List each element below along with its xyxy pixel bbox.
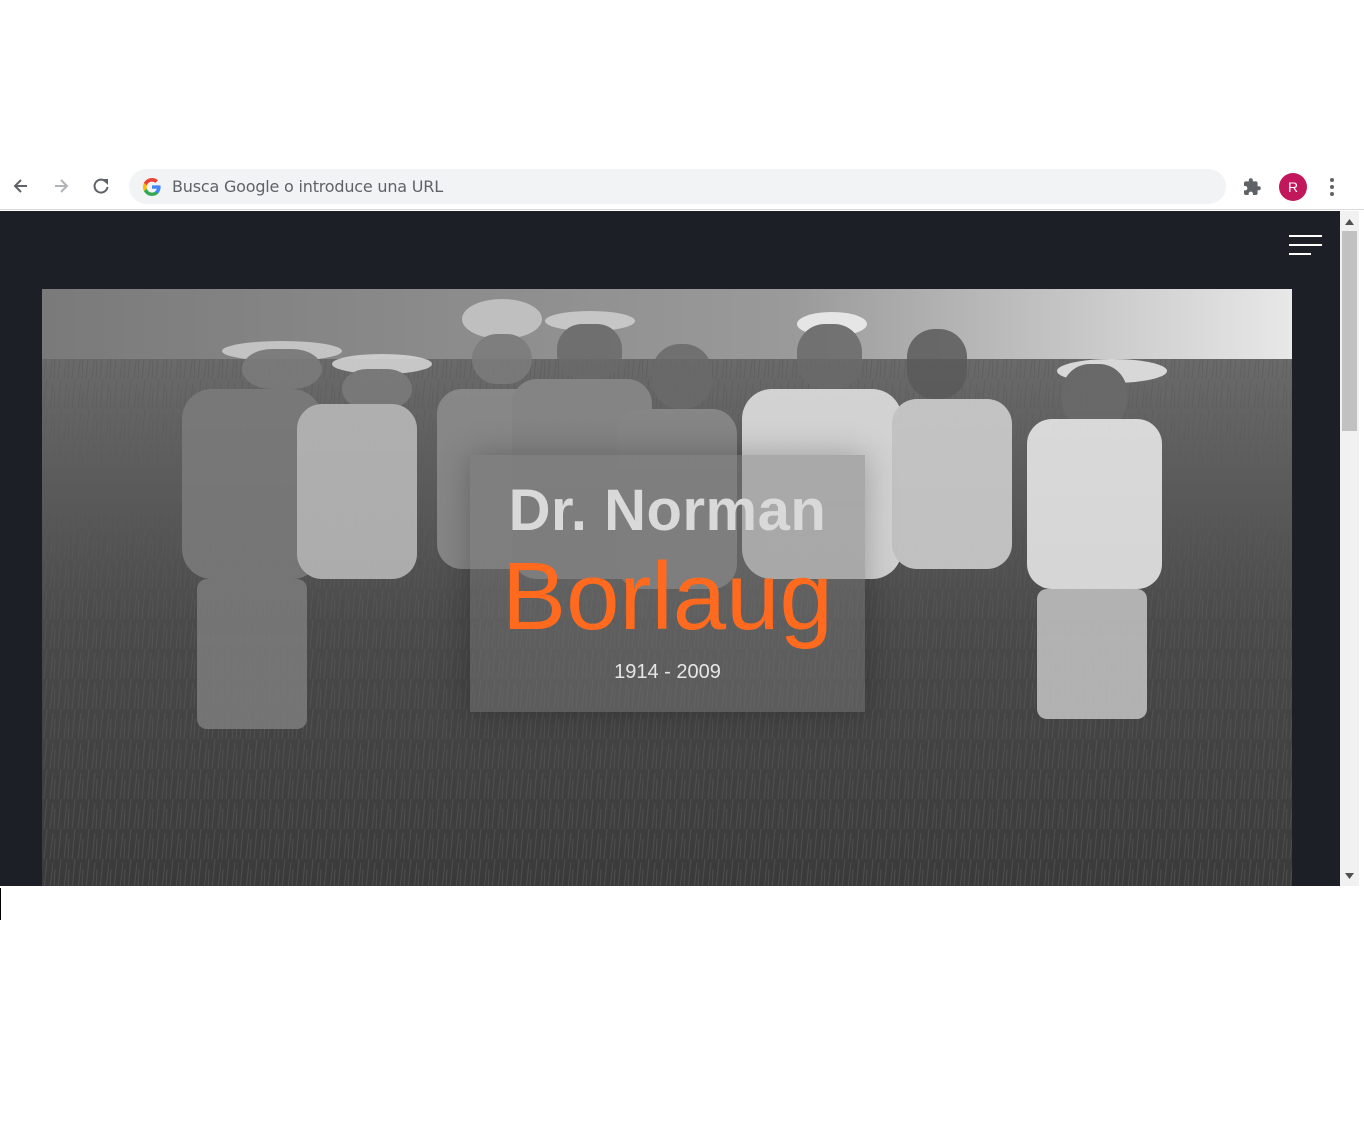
kebab-menu-icon	[1330, 178, 1334, 196]
text-cursor	[0, 888, 1, 920]
triangle-down-icon	[1345, 872, 1354, 879]
hero-years: 1914 - 2009	[614, 661, 721, 683]
google-g-icon	[143, 178, 161, 196]
triangle-up-icon	[1345, 218, 1354, 225]
hero-title-name: Borlaug	[502, 543, 833, 650]
address-bar[interactable]: Busca Google o introduce una URL	[129, 169, 1226, 204]
profile-avatar[interactable]: R	[1279, 173, 1307, 201]
profile-initial: R	[1287, 179, 1299, 195]
scroll-down-button[interactable]	[1340, 867, 1359, 884]
omnibox-placeholder: Busca Google o introduce una URL	[172, 177, 443, 196]
puzzle-icon	[1244, 178, 1261, 195]
scroll-thumb[interactable]	[1342, 231, 1357, 431]
browser-toolbar: Busca Google o introduce una URL R	[0, 163, 1364, 210]
arrow-right-icon	[55, 179, 69, 193]
page-viewport: Dr. Norman Borlaug 1914 - 2009	[0, 211, 1340, 886]
forward-button[interactable]	[48, 173, 74, 199]
extensions-button[interactable]	[1240, 175, 1264, 199]
hero-title-box: Dr. Norman Borlaug 1914 - 2009	[470, 455, 865, 712]
hero-banner: Dr. Norman Borlaug 1914 - 2009	[42, 289, 1292, 886]
hero-title-prefix: Dr. Norman	[508, 478, 827, 543]
back-button[interactable]	[8, 173, 34, 199]
hamburger-icon[interactable]	[1289, 235, 1322, 257]
browser-menu-button[interactable]	[1322, 175, 1342, 199]
reload-icon	[93, 178, 109, 194]
page-scrollbar[interactable]	[1340, 211, 1359, 886]
arrow-left-icon	[13, 179, 27, 193]
scroll-up-button[interactable]	[1340, 213, 1359, 230]
reload-button[interactable]	[88, 173, 114, 199]
